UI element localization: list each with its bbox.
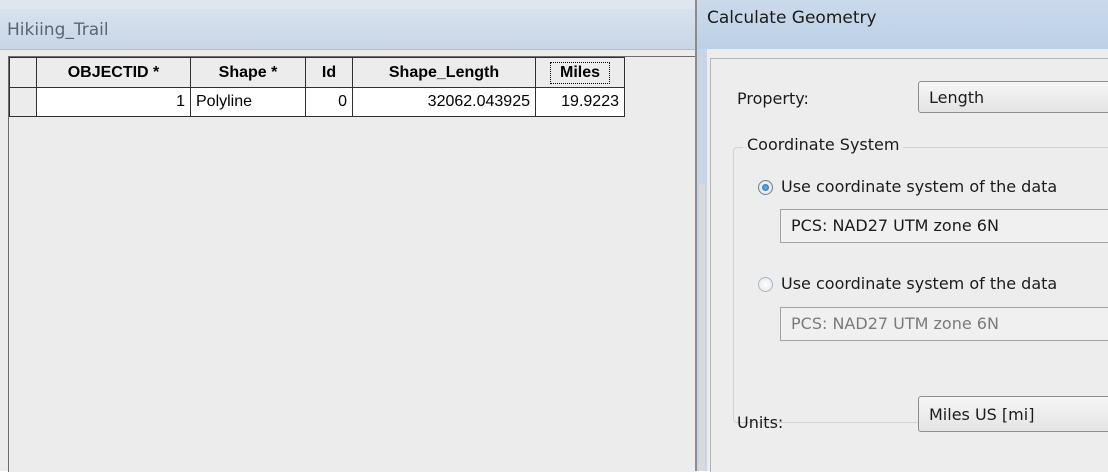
- units-dropdown[interactable]: Miles US [mi]: [918, 396, 1108, 432]
- option2-coordinate-system-value: PCS: NAD27 UTM zone 6N: [791, 314, 999, 333]
- column-header-objectid[interactable]: OBJECTID *: [36, 57, 191, 88]
- column-header-shape-length[interactable]: Shape_Length: [352, 57, 536, 88]
- dialog-content: Property: Length Coordinate System Use c…: [710, 58, 1108, 472]
- table-row[interactable]: 1 Polyline 0 32062.043925 19.9223: [9, 87, 625, 117]
- calculate-geometry-dialog: Calculate Geometry Property: Length Coor…: [695, 0, 1108, 472]
- option1-coordinate-system-field: PCS: NAD27 UTM zone 6N: [780, 209, 1108, 243]
- column-header-miles-label: Miles: [549, 61, 611, 84]
- option1-coordinate-system-value: PCS: NAD27 UTM zone 6N: [791, 216, 999, 235]
- dialog-frame-edge: [699, 184, 705, 471]
- radio-use-data-source-cs[interactable]: [758, 180, 773, 195]
- units-label: Units:: [737, 413, 784, 432]
- option2-coordinate-system-field: PCS: NAD27 UTM zone 6N: [780, 307, 1108, 341]
- coordinate-system-group-label: Coordinate System: [743, 135, 904, 154]
- option1-label[interactable]: Use coordinate system of the data: [781, 177, 1057, 196]
- attribute-table-titlebar: Hikiing_Trail: [0, 9, 695, 50]
- radio-use-data-frame-cs[interactable]: [758, 277, 773, 292]
- attribute-table: OBJECTID * Shape * Id Shape_Length Miles…: [9, 57, 625, 117]
- cell-shape[interactable]: Polyline: [190, 87, 306, 117]
- cell-objectid[interactable]: 1: [36, 87, 191, 117]
- row-selector[interactable]: [9, 87, 37, 117]
- property-label: Property:: [737, 89, 809, 108]
- window-top-strip: [0, 0, 695, 9]
- property-dropdown-value: Length: [929, 88, 985, 107]
- header-row: OBJECTID * Shape * Id Shape_Length Miles: [9, 57, 625, 88]
- dialog-frame: [697, 49, 707, 471]
- column-header-id[interactable]: Id: [305, 57, 353, 88]
- cell-id[interactable]: 0: [305, 87, 353, 117]
- header-row-selector[interactable]: [9, 57, 37, 88]
- option2-label[interactable]: Use coordinate system of the data: [781, 274, 1057, 293]
- dialog-titlebar[interactable]: Calculate Geometry: [697, 0, 1108, 49]
- cell-miles[interactable]: 19.9223: [535, 87, 625, 117]
- property-dropdown[interactable]: Length: [918, 81, 1108, 113]
- attribute-table-title: Hikiing_Trail: [7, 20, 109, 40]
- attribute-table-window: Hikiing_Trail OBJECTID * Shape * Id Shap…: [0, 0, 696, 472]
- attribute-table-grid-area: OBJECTID * Shape * Id Shape_Length Miles…: [8, 56, 696, 472]
- column-header-shape[interactable]: Shape *: [190, 57, 306, 88]
- units-dropdown-value: Miles US [mi]: [929, 405, 1035, 424]
- column-header-miles[interactable]: Miles: [535, 57, 625, 88]
- cell-shape-length[interactable]: 32062.043925: [352, 87, 536, 117]
- dialog-title: Calculate Geometry: [707, 8, 877, 28]
